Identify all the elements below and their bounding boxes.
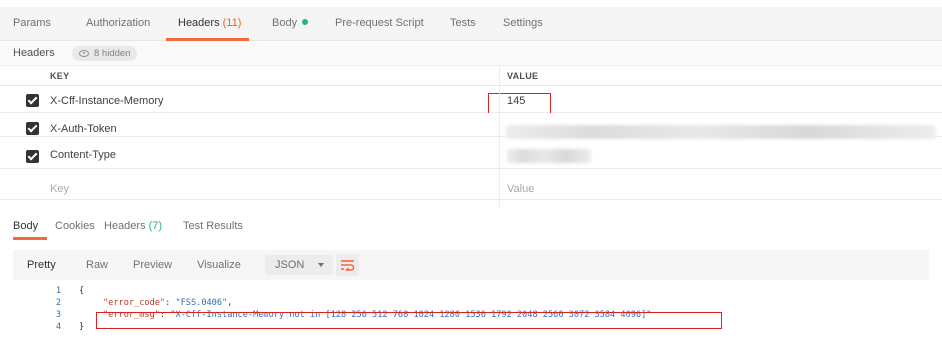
response-tab-headers-label: Headers bbox=[104, 220, 146, 232]
format-select-value: JSON bbox=[275, 259, 305, 271]
tab-tests-label: Tests bbox=[450, 17, 476, 29]
tab-settings[interactable]: Settings bbox=[503, 7, 543, 41]
response-active-tab-indicator bbox=[13, 237, 47, 240]
json-line-error-code: "error_code": "FSS.0406", bbox=[103, 298, 233, 308]
header-key-cell[interactable]: X-Cff-Instance-Memory bbox=[50, 89, 164, 113]
row-checkbox[interactable] bbox=[26, 122, 39, 135]
table-row: X-Cff-Instance-Memory 145 bbox=[0, 89, 942, 113]
new-header-row: Key Value bbox=[0, 178, 942, 200]
row-checkbox[interactable] bbox=[26, 150, 39, 163]
tab-pre-request-label: Pre-request Script bbox=[335, 17, 424, 29]
json-open-brace: { bbox=[79, 286, 85, 296]
tab-headers-label: Headers bbox=[178, 17, 220, 29]
table-row: Content-Type bbox=[0, 141, 942, 169]
response-tab-headers-count: (7) bbox=[148, 220, 163, 232]
line-number: 3 bbox=[55, 310, 61, 320]
format-select[interactable]: JSON bbox=[265, 255, 333, 275]
tab-params[interactable]: Params bbox=[13, 7, 51, 41]
redacted-token-value bbox=[506, 125, 936, 139]
line-number: 2 bbox=[55, 298, 61, 308]
row-checkbox[interactable] bbox=[26, 94, 39, 107]
tab-headers-count: (11) bbox=[222, 17, 242, 29]
hidden-headers-toggle[interactable]: 8 hidden bbox=[72, 46, 138, 61]
response-format-toolbar: Pretty Raw Preview Visualize JSON bbox=[13, 250, 929, 280]
response-tab-cookies[interactable]: Cookies bbox=[55, 216, 95, 236]
wrap-lines-button[interactable] bbox=[336, 254, 359, 276]
new-value-input[interactable]: Value bbox=[507, 178, 534, 200]
response-tab-body[interactable]: Body bbox=[13, 216, 38, 236]
new-key-input[interactable]: Key bbox=[50, 178, 69, 200]
response-tab-cookies-label: Cookies bbox=[55, 220, 95, 232]
headers-table-header: KEY VALUE bbox=[0, 66, 942, 86]
error-code-key: "error_code" bbox=[103, 298, 166, 308]
json-close-brace: } bbox=[79, 322, 85, 332]
line-number: 1 bbox=[55, 286, 61, 296]
redacted-content-type-value bbox=[507, 149, 591, 163]
error-msg-highlight-box bbox=[96, 312, 722, 329]
tab-headers[interactable]: Headers (11) bbox=[178, 7, 241, 41]
chevron-down-icon bbox=[318, 263, 324, 267]
tab-pre-request-script[interactable]: Pre-request Script bbox=[335, 7, 424, 41]
headers-section-title: Headers bbox=[13, 47, 55, 59]
preview-button[interactable]: Preview bbox=[133, 250, 172, 280]
response-tab-headers[interactable]: Headers (7) bbox=[104, 216, 162, 236]
response-tab-test-results-label: Test Results bbox=[183, 220, 243, 232]
table-row: X-Auth-Token bbox=[0, 113, 942, 139]
tab-params-label: Params bbox=[13, 17, 51, 29]
response-tab-test-results[interactable]: Test Results bbox=[183, 216, 243, 236]
header-key-cell[interactable]: Content-Type bbox=[50, 143, 116, 167]
tab-settings-label: Settings bbox=[503, 17, 543, 29]
tab-body-label: Body bbox=[272, 17, 298, 29]
tab-body[interactable]: Body bbox=[272, 7, 309, 41]
raw-button[interactable]: Raw bbox=[86, 250, 108, 280]
visualize-button[interactable]: Visualize bbox=[197, 250, 241, 280]
column-divider bbox=[499, 66, 500, 209]
tab-tests[interactable]: Tests bbox=[450, 7, 476, 41]
body-status-dot bbox=[302, 19, 309, 25]
hidden-headers-label: 8 hidden bbox=[94, 48, 131, 59]
eye-icon bbox=[79, 50, 89, 57]
value-column-header: VALUE bbox=[507, 71, 539, 81]
key-column-header: KEY bbox=[50, 71, 70, 81]
wrap-lines-icon bbox=[341, 260, 355, 271]
error-code-value: "FSS.0406" bbox=[175, 298, 228, 308]
pretty-button[interactable]: Pretty bbox=[27, 250, 56, 280]
headers-subheader: Headers 8 hidden bbox=[0, 41, 942, 66]
header-key-cell[interactable]: X-Auth-Token bbox=[50, 117, 117, 141]
line-number: 4 bbox=[55, 322, 61, 332]
tab-authorization-label: Authorization bbox=[86, 17, 151, 29]
request-tab-bar: Params Authorization Headers (11) Body P… bbox=[0, 7, 942, 41]
response-tab-bar: Body Cookies Headers (7) Test Results bbox=[0, 216, 942, 240]
tab-authorization[interactable]: Authorization bbox=[86, 7, 150, 41]
response-tab-body-label: Body bbox=[13, 220, 39, 232]
